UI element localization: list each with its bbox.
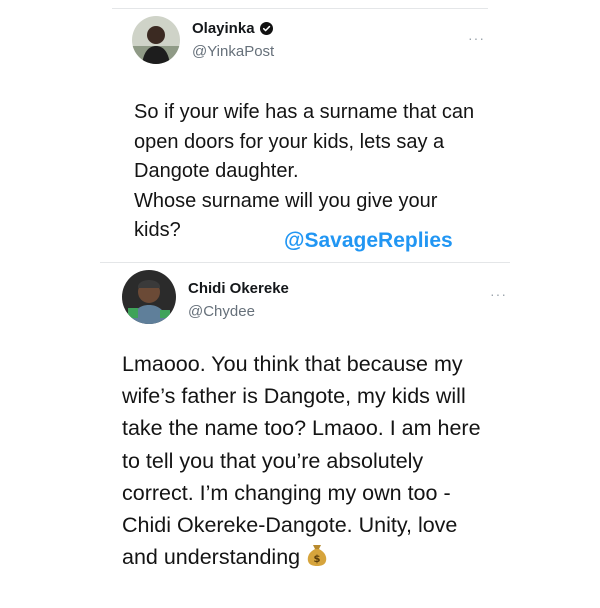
tweet-text: So if your wife has a surname that can o…: [134, 98, 474, 246]
display-name[interactable]: Chidi Okereke: [188, 280, 289, 297]
avatar[interactable]: [122, 270, 176, 324]
tweet-line: and understanding: [122, 545, 301, 570]
avatar-chidi-image: [122, 270, 176, 324]
watermark: @SavageReplies: [284, 229, 453, 252]
tweet-text: Lmaooo. You think that because my wife’s…: [122, 348, 481, 573]
svg-text:$: $: [314, 554, 321, 565]
top-divider: [112, 8, 488, 9]
avatar[interactable]: [132, 16, 180, 64]
tweet-line: Dangote daughter.: [134, 160, 299, 182]
name-row: Olayinka: [192, 20, 273, 37]
display-name[interactable]: Olayinka: [192, 20, 255, 37]
tweet-line-last: and understanding $: [122, 541, 481, 573]
verified-badge-icon: [259, 22, 273, 35]
name-row: Chidi Okereke: [188, 280, 289, 297]
money-bag-icon: $: [307, 545, 327, 567]
handle[interactable]: @Chydee: [188, 303, 255, 320]
tweet-line: Whose surname will you give your: [134, 189, 438, 212]
tweet-line: correct. I’m changing my own too -: [122, 480, 451, 505]
tweet-line: Chidi Okereke-Dangote. Unity, love: [122, 513, 458, 538]
tweet-line: wife’s father is Dangote, my kids will: [122, 384, 466, 409]
handle[interactable]: @YinkaPost: [192, 43, 274, 60]
tweet-line: to tell you that you’re absolutely: [122, 448, 424, 473]
tweet-line: open doors for your kids, lets say a: [134, 130, 445, 153]
tweet-line: So if your wife has a surname that can: [134, 101, 475, 123]
tweet-line: take the name too? Lmaoo. I am here: [122, 416, 481, 441]
more-options-icon[interactable]: ···: [490, 287, 507, 301]
tweet-divider: [100, 262, 510, 263]
avatar-olayinka-image: [132, 16, 180, 64]
more-options-icon[interactable]: ···: [468, 31, 485, 45]
tweet-line: Lmaooo. You think that because my: [122, 352, 463, 376]
